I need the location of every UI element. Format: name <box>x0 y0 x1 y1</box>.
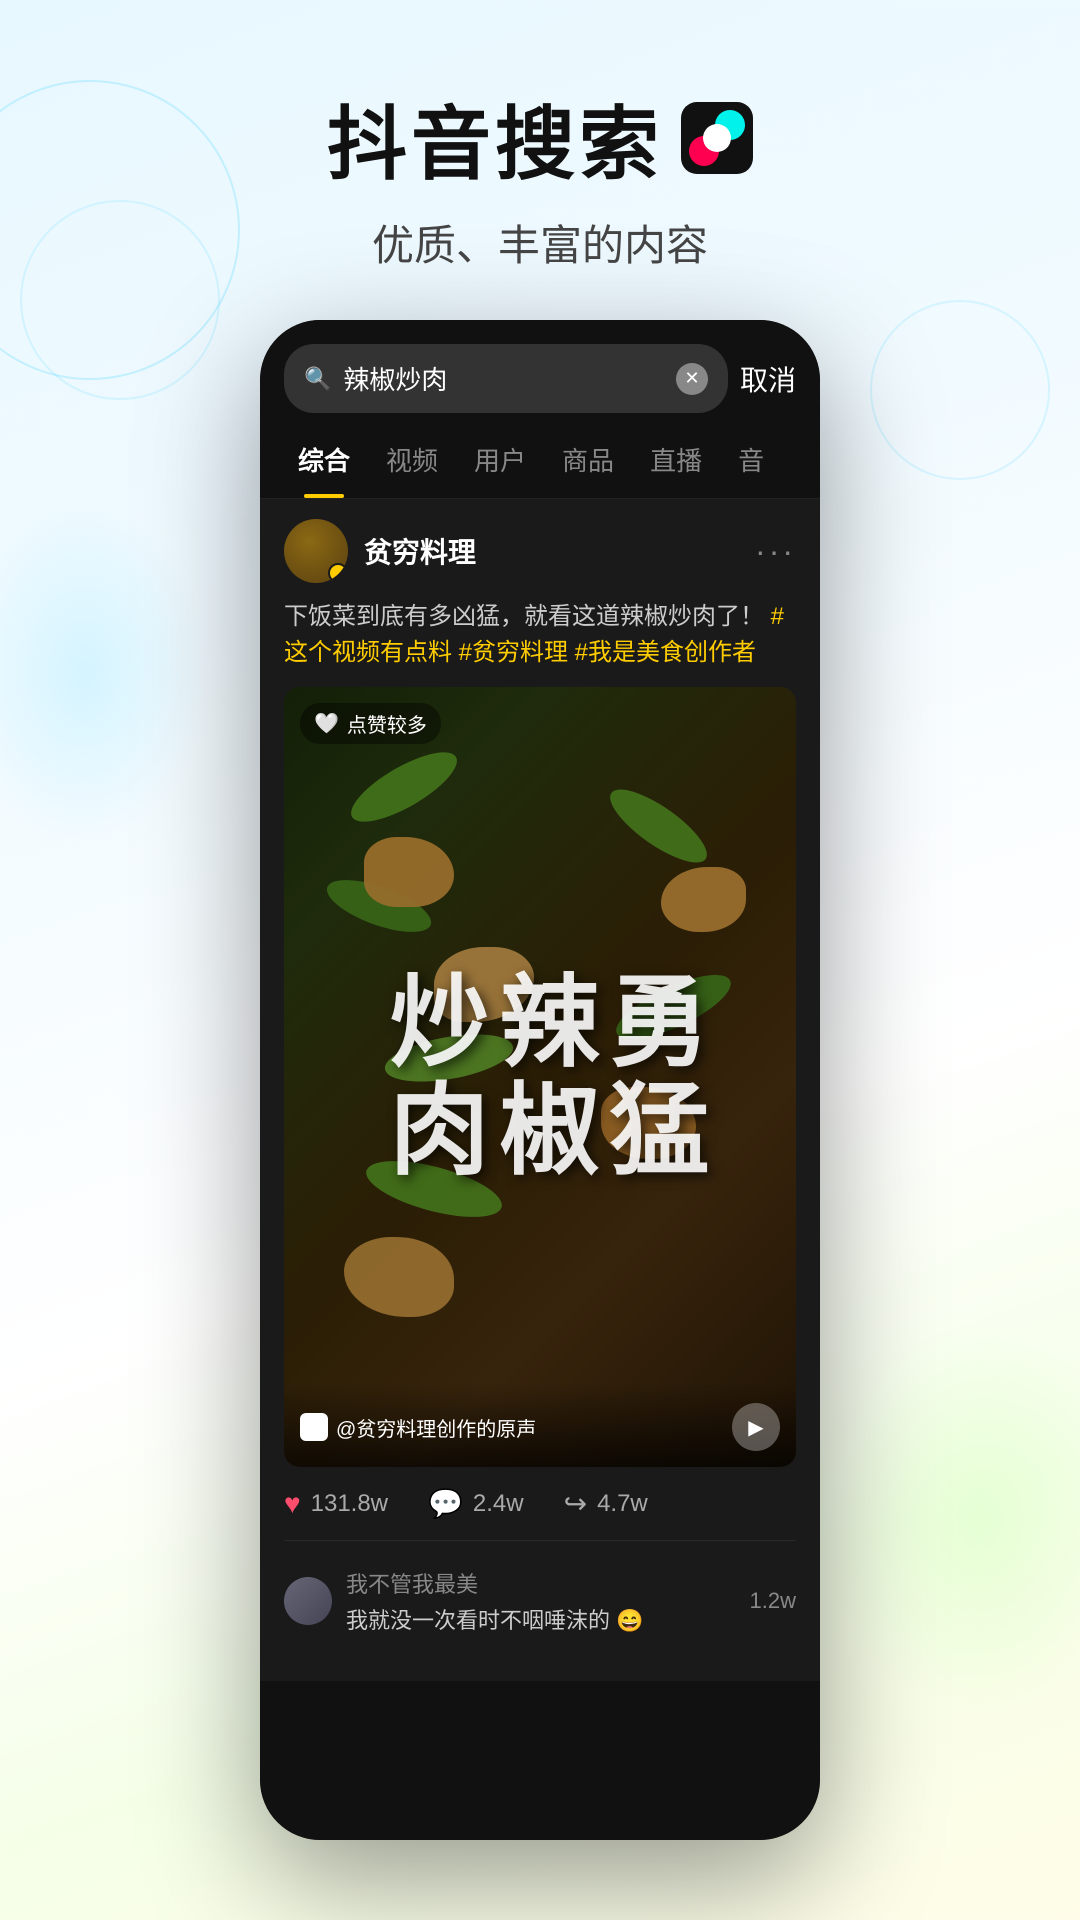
deco-glow-right <box>830 1320 1080 1720</box>
heart-icon: ♥ <box>284 1488 301 1520</box>
video-overlay-dark <box>284 687 796 1467</box>
video-source-text: @贫穷料理创作的原声 <box>336 1413 536 1442</box>
deco-glow-left <box>0 500 210 850</box>
comments-stat[interactable]: 💬 2.4w <box>428 1487 524 1520</box>
search-input-wrap[interactable]: 🔍 辣椒炒肉 ✕ <box>284 344 728 413</box>
likes-badge: 🤍 点赞较多 <box>300 703 441 744</box>
comment-icon: 💬 <box>428 1487 463 1520</box>
comment-avatar <box>284 1577 332 1625</box>
search-clear-button[interactable]: ✕ <box>676 363 708 395</box>
shares-count: 4.7w <box>597 1490 648 1518</box>
tab-video[interactable]: 视频 <box>368 421 456 498</box>
tiktok-logo-inner <box>703 124 731 152</box>
likes-stat[interactable]: ♥ 131.8w <box>284 1487 388 1520</box>
tiktok-icon-small <box>300 1413 328 1441</box>
post-description: 下饭菜到底有多凶猛，就看这道辣椒炒肉了！ #这个视频有点料 #贫穷料理 #我是美… <box>284 599 796 671</box>
video-bottom-bar: @贫穷料理创作的原声 ▶ <box>284 1383 796 1467</box>
likes-badge-text: 点赞较多 <box>347 709 427 738</box>
main-title: 抖音搜索 <box>0 80 1080 196</box>
comments-count: 2.4w <box>473 1490 524 1518</box>
post-description-text: 下饭菜到底有多凶猛，就看这道辣椒炒肉了！ <box>284 603 764 630</box>
deco-circle-3 <box>870 300 1050 480</box>
stats-row: ♥ 131.8w 💬 2.4w ↪ 4.7w <box>284 1467 796 1540</box>
video-source: @贫穷料理创作的原声 <box>300 1413 536 1442</box>
tab-user[interactable]: 用户 <box>456 421 544 498</box>
tab-product[interactable]: 商品 <box>544 421 632 498</box>
comment-likes: 1.2w <box>750 1588 796 1614</box>
nav-tabs: 综合 视频 用户 商品 直播 音 <box>260 421 820 499</box>
shares-stat[interactable]: ↪ 4.7w <box>564 1487 648 1520</box>
comment-text-wrap: 我不管我最美 我就没一次看时不咽唾沫的 😄 <box>346 1567 736 1635</box>
avatar <box>284 519 348 583</box>
user-name[interactable]: 贫穷料理 <box>364 531 739 571</box>
search-icon: 🔍 <box>304 366 331 392</box>
content-area: 贫穷料理 ··· 下饭菜到底有多凶猛，就看这道辣椒炒肉了！ #这个视频有点料 #… <box>260 499 820 1681</box>
likes-count: 131.8w <box>311 1490 388 1518</box>
comment-user: 我不管我最美 <box>346 1567 736 1599</box>
phone-frame: 🔍 辣椒炒肉 ✕ 取消 综合 视频 用户 商品 直播 音 <box>260 320 820 1840</box>
tiktok-logo <box>681 102 753 174</box>
play-button[interactable]: ▶ <box>732 1403 780 1451</box>
phone-screen: 🔍 辣椒炒肉 ✕ 取消 综合 视频 用户 商品 直播 音 <box>260 320 820 1840</box>
app-title-text: 抖音搜索 <box>327 80 663 196</box>
tab-comprehensive[interactable]: 综合 <box>280 421 368 498</box>
more-options-button[interactable]: ··· <box>755 533 796 570</box>
tab-audio[interactable]: 音 <box>720 421 782 498</box>
cancel-button[interactable]: 取消 <box>740 359 796 399</box>
subtitle-text: 优质、丰富的内容 <box>0 212 1080 273</box>
comment-content: 我就没一次看时不咽唾沫的 😄 <box>346 1603 736 1635</box>
video-thumbnail[interactable]: 🤍 点赞较多 勇猛辣椒炒肉 @贫穷料理创作的原声 <box>284 687 796 1467</box>
comment-preview: 我不管我最美 我就没一次看时不咽唾沫的 😄 1.2w <box>284 1540 796 1661</box>
verified-badge <box>328 563 348 583</box>
search-query-text: 辣椒炒肉 <box>343 360 664 397</box>
share-icon: ↪ <box>564 1487 587 1520</box>
food-visual <box>284 687 796 1467</box>
comment-item: 我不管我最美 我就没一次看时不咽唾沫的 😄 1.2w <box>284 1557 796 1645</box>
search-bar: 🔍 辣椒炒肉 ✕ 取消 <box>260 320 820 413</box>
user-card: 贫穷料理 ··· <box>284 519 796 583</box>
heart-icon-small: 🤍 <box>314 711 339 736</box>
header-section: 抖音搜索 优质、丰富的内容 <box>0 0 1080 273</box>
phone-container: 🔍 辣椒炒肉 ✕ 取消 综合 视频 用户 商品 直播 音 <box>260 320 820 1840</box>
video-background: 🤍 点赞较多 勇猛辣椒炒肉 @贫穷料理创作的原声 <box>284 687 796 1467</box>
tab-live[interactable]: 直播 <box>632 421 720 498</box>
